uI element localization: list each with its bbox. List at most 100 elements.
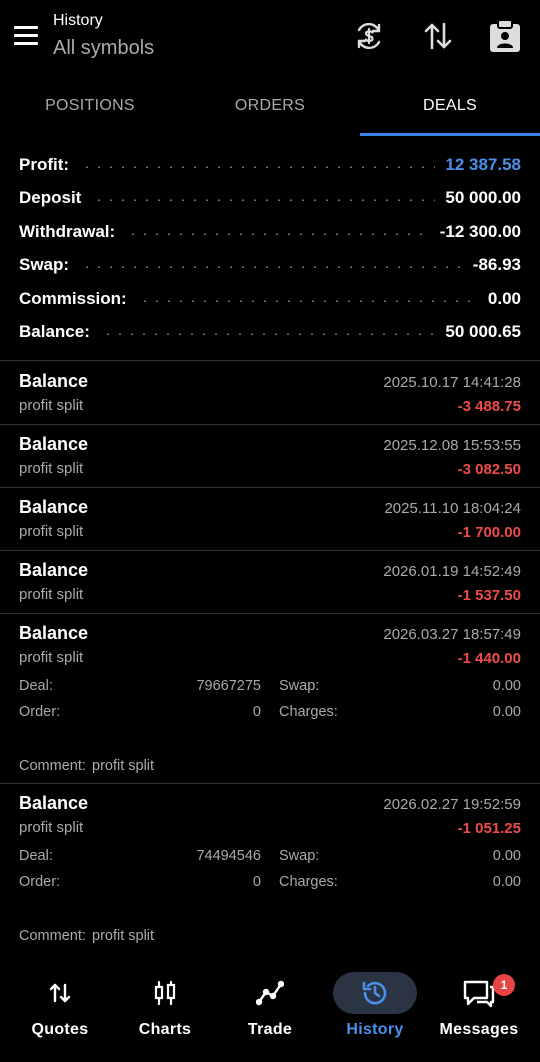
clipboard-user-icon[interactable] xyxy=(487,18,523,54)
deal-comment: profit split xyxy=(19,460,84,477)
unread-badge: 1 xyxy=(493,974,515,996)
order-label: Order: xyxy=(19,704,61,720)
swap-label: Swap: xyxy=(279,678,320,694)
deal-id-label: Deal: xyxy=(19,678,53,694)
summary-row-profit: Profit: 12 387.58 xyxy=(0,148,540,182)
nav-trade[interactable]: Trade xyxy=(216,962,324,1062)
deal-time: 2025.10.17 14:41:28 xyxy=(383,374,521,391)
menu-icon[interactable] xyxy=(12,24,40,50)
summary-value: 0.00 xyxy=(487,288,521,308)
deal-row[interactable]: Balance profit split 2025.11.10 18:04:24… xyxy=(0,487,540,550)
page-title: History xyxy=(53,12,103,29)
deal-amount: -3 082.50 xyxy=(457,461,521,478)
order-value: 0 xyxy=(252,704,261,720)
summary-row-balance: Balance: 50 000.65 xyxy=(0,316,540,350)
charts-icon xyxy=(145,978,185,1008)
summary-row-withdrawal: Withdrawal: -12 300.00 xyxy=(0,215,540,249)
charges-label: Charges: xyxy=(279,874,338,890)
deal-type: Balance xyxy=(19,497,89,517)
dot-leader xyxy=(81,266,463,269)
summary-row-commission: Commission: 0.00 xyxy=(0,282,540,316)
deal-time: 2025.11.10 18:04:24 xyxy=(384,500,521,517)
account-summary: Profit: 12 387.58 Deposit 50 000.00 With… xyxy=(0,148,540,349)
deal-row[interactable]: Balance profit split 2025.12.08 15:53:55… xyxy=(0,424,540,487)
summary-label: Swap: xyxy=(19,255,70,275)
nav-history[interactable]: History xyxy=(321,962,429,1062)
deal-comment: profit split xyxy=(19,523,84,540)
tab-orders[interactable]: ORDERS xyxy=(180,80,360,136)
summary-row-swap: Swap: -86.93 xyxy=(0,249,540,283)
deal-type: Balance xyxy=(19,371,89,391)
deal-amount: -1 700.00 xyxy=(457,524,521,541)
nav-label: Trade xyxy=(247,1021,293,1038)
comment-value: profit split xyxy=(92,928,155,944)
swap-value: 0.00 xyxy=(492,848,521,864)
deal-row-expanded[interactable]: Balance profit split 2026.03.27 18:57:49… xyxy=(0,613,540,783)
nav-label: Charts xyxy=(138,1021,192,1038)
nav-label: Quotes xyxy=(31,1021,89,1038)
deal-type: Balance xyxy=(19,560,89,580)
summary-label: Commission: xyxy=(19,288,127,308)
history-icon xyxy=(355,978,395,1008)
summary-label: Deposit xyxy=(19,188,82,208)
summary-row-deposit: Deposit 50 000.00 xyxy=(0,182,540,216)
deal-amount: -1 537.50 xyxy=(457,587,521,604)
deal-comment: profit split xyxy=(19,586,84,603)
symbol-filter[interactable]: All symbols xyxy=(53,37,154,60)
swap-value: 0.00 xyxy=(492,678,521,694)
comment-value: profit split xyxy=(92,758,155,774)
quotes-icon xyxy=(40,978,80,1008)
deal-time: 2026.02.27 19:52:59 xyxy=(383,796,521,813)
charges-value: 0.00 xyxy=(492,874,521,890)
summary-value: 12 387.58 xyxy=(445,154,521,174)
dot-leader xyxy=(127,232,430,235)
dot-leader xyxy=(138,299,478,302)
nav-messages[interactable]: 1 Messages xyxy=(425,962,533,1062)
sort-icon[interactable] xyxy=(420,18,456,54)
summary-label: Profit: xyxy=(19,154,70,174)
deal-comment: profit split xyxy=(19,397,84,414)
comment-label: Comment: xyxy=(19,928,86,944)
sync-currency-icon[interactable] xyxy=(351,18,387,54)
dot-leader xyxy=(93,199,436,202)
history-tabs: POSITIONS ORDERS DEALS xyxy=(0,80,540,136)
deal-id-value: 74494546 xyxy=(196,848,261,864)
nav-quotes[interactable]: Quotes xyxy=(6,962,114,1062)
tab-positions[interactable]: POSITIONS xyxy=(0,80,180,136)
deal-row-expanded[interactable]: Balance profit split 2026.02.27 19:52:59… xyxy=(0,783,540,953)
summary-value: -12 300.00 xyxy=(439,221,521,241)
deal-amount: -1 440.00 xyxy=(457,650,521,667)
bottom-nav: Quotes Charts Trade History 1 Messages xyxy=(0,962,540,1062)
summary-value: -86.93 xyxy=(472,255,521,275)
dot-leader xyxy=(101,333,436,336)
trade-icon xyxy=(250,978,290,1008)
order-value: 0 xyxy=(252,874,261,890)
tab-deals[interactable]: DEALS xyxy=(360,80,540,136)
order-label: Order: xyxy=(19,874,61,890)
deal-time: 2026.03.27 18:57:49 xyxy=(383,626,521,643)
deal-comment: profit split xyxy=(19,649,84,666)
summary-label: Balance: xyxy=(19,322,90,342)
deal-row[interactable]: Balance profit split 2026.01.19 14:52:49… xyxy=(0,550,540,613)
summary-value: 50 000.65 xyxy=(445,322,521,342)
deal-row[interactable]: Balance profit split 2025.10.17 14:41:28… xyxy=(0,361,540,424)
deal-comment: profit split xyxy=(19,819,84,836)
summary-value: 50 000.00 xyxy=(445,188,521,208)
deal-amount: -3 488.75 xyxy=(457,398,521,415)
nav-charts[interactable]: Charts xyxy=(111,962,219,1062)
nav-label: History xyxy=(346,1021,404,1038)
swap-label: Swap: xyxy=(279,848,320,864)
deal-id-value: 79667275 xyxy=(196,678,261,694)
summary-label: Withdrawal: xyxy=(19,221,116,241)
deal-type: Balance xyxy=(19,793,89,813)
app-header: History All symbols xyxy=(0,0,540,78)
deal-type: Balance xyxy=(19,623,89,643)
deal-id-label: Deal: xyxy=(19,848,53,864)
deal-time: 2026.01.19 14:52:49 xyxy=(383,563,521,580)
comment-label: Comment: xyxy=(19,758,86,774)
charges-value: 0.00 xyxy=(492,704,521,720)
charges-label: Charges: xyxy=(279,704,338,720)
deal-type: Balance xyxy=(19,434,89,454)
nav-label: Messages xyxy=(439,1021,519,1038)
dot-leader xyxy=(81,165,436,168)
